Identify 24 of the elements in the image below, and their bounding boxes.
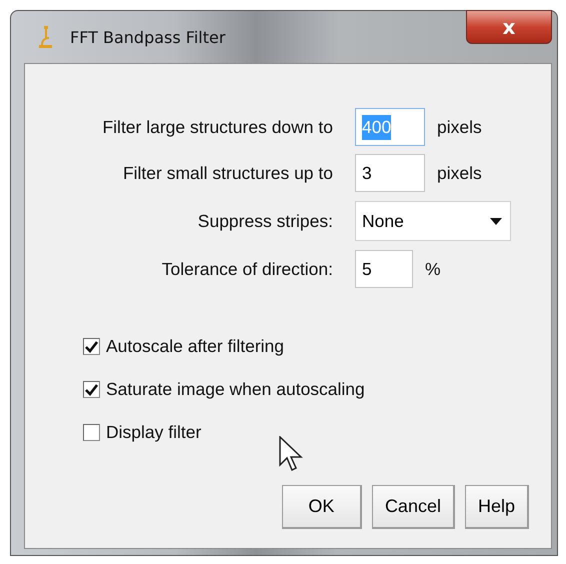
dialog-button[interactable]: Help	[464, 485, 529, 529]
checkbox-label: Autoscale after filtering	[106, 336, 284, 357]
caret-down-icon	[490, 218, 502, 224]
window-title: FFT Bandpass Filter	[70, 28, 226, 46]
unit-label: pixels	[437, 162, 482, 184]
dropdown[interactable]: None	[355, 201, 511, 241]
checkbox-label: Display filter	[106, 422, 202, 443]
checkbox-label: Saturate image when autoscaling	[106, 379, 365, 400]
microscope-icon	[38, 25, 54, 49]
close-button[interactable]: x	[466, 10, 552, 44]
mouse-pointer-icon	[279, 436, 303, 472]
input-field[interactable]: 3	[355, 154, 425, 192]
unit-label: %	[425, 258, 441, 280]
field-label: Tolerance of direction:	[160, 258, 334, 280]
dialog-button[interactable]: Cancel	[372, 485, 455, 529]
unit-label: pixels	[437, 116, 482, 138]
checkbox[interactable]	[83, 424, 100, 441]
field-label: Filter large structures down to	[101, 116, 334, 138]
field-label: Filter small structures up to	[122, 162, 334, 184]
dialog-button[interactable]: OK	[282, 485, 362, 529]
checkbox[interactable]	[83, 338, 100, 355]
field-label: Suppress stripes:	[196, 210, 334, 232]
checkbox[interactable]	[83, 381, 100, 398]
input-field[interactable]: 5	[355, 250, 413, 288]
